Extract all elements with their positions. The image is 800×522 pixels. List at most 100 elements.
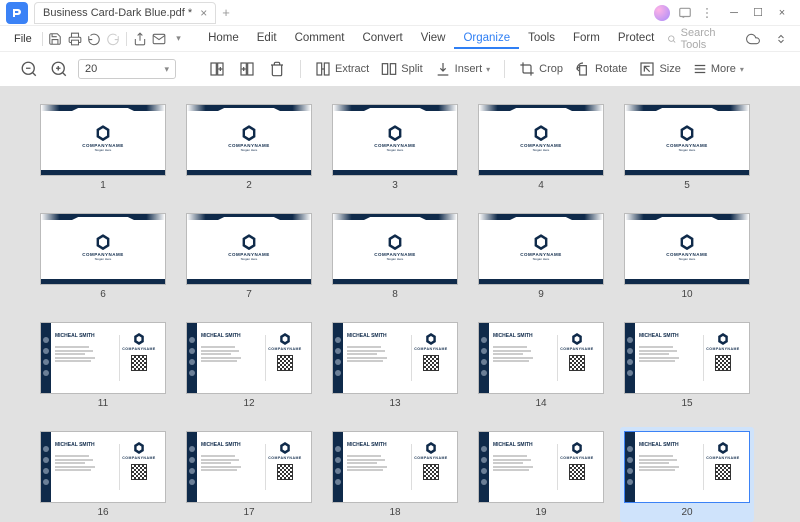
page-number: 15 (681, 398, 692, 409)
page-number: 16 (97, 507, 108, 518)
menu-tab-tools[interactable]: Tools (519, 28, 564, 49)
page-number: 5 (684, 180, 690, 191)
chevron-down-icon: ▾ (164, 64, 169, 75)
size-button[interactable]: Size (637, 61, 682, 77)
page-thumbnail[interactable]: COMPANYNAMESlogan Here7 (186, 213, 312, 300)
extract-icon (315, 61, 331, 77)
extract-button[interactable]: Extract (313, 61, 371, 77)
thumbnail-grid: COMPANYNAMESlogan Here1COMPANYNAMESlogan… (40, 104, 772, 518)
redo-icon[interactable] (105, 28, 122, 50)
menu-tab-form[interactable]: Form (564, 28, 609, 49)
split-button[interactable]: Split (379, 61, 424, 77)
menu-tab-protect[interactable]: Protect (609, 28, 663, 49)
page-thumbnail[interactable]: MICHEAL SMITH COMPANYNAME17 (186, 431, 312, 518)
page-thumbnail[interactable]: MICHEAL SMITH COMPANYNAME14 (478, 322, 604, 409)
search-tools[interactable]: Search Tools (667, 27, 730, 51)
tab-title: Business Card-Dark Blue.pdf * (43, 7, 192, 19)
menu-tab-convert[interactable]: Convert (353, 28, 411, 49)
window-close-button[interactable]: × (770, 2, 794, 24)
document-tab[interactable]: Business Card-Dark Blue.pdf * × (34, 2, 216, 24)
page-number: 18 (389, 507, 400, 518)
menu-tab-comment[interactable]: Comment (286, 28, 354, 49)
page-thumbnail[interactable]: MICHEAL SMITH COMPANYNAME15 (624, 322, 750, 409)
page-thumbnail[interactable]: COMPANYNAMESlogan Here1 (40, 104, 166, 191)
window-minimize-button[interactable]: ─ (722, 2, 746, 24)
add-tab-button[interactable]: + (222, 5, 230, 20)
search-placeholder: Search Tools (681, 27, 730, 51)
page-number: 1 (100, 180, 106, 191)
page-number: 12 (243, 398, 254, 409)
page-thumbnail[interactable]: COMPANYNAMESlogan Here4 (478, 104, 604, 191)
page-number: 3 (392, 180, 398, 191)
split-icon (381, 61, 397, 77)
cloud-icon[interactable] (742, 28, 764, 50)
page-number: 17 (243, 507, 254, 518)
file-menu[interactable]: File (8, 33, 38, 45)
close-tab-icon[interactable]: × (200, 6, 207, 20)
crop-icon (519, 61, 535, 77)
more-button[interactable]: More ▾ (691, 62, 746, 76)
delete-page-icon[interactable] (266, 58, 288, 80)
more-icon (693, 62, 707, 76)
page-thumbnail[interactable]: COMPANYNAMESlogan Here6 (40, 213, 166, 300)
page-thumbnail[interactable]: COMPANYNAMESlogan Here9 (478, 213, 604, 300)
size-icon (639, 61, 655, 77)
save-icon[interactable] (47, 28, 64, 50)
insert-blank-right-icon[interactable] (236, 58, 258, 80)
titlebar: Business Card-Dark Blue.pdf * × + ─ ☐ × (0, 0, 800, 26)
crop-button[interactable]: Crop (517, 61, 565, 77)
organize-toolbar: 20 ▾ Extract Split Insert ▾ Crop Rotate … (0, 52, 800, 86)
page-thumbnail[interactable]: MICHEAL SMITH COMPANYNAME19 (478, 431, 604, 518)
page-selector[interactable]: 20 ▾ (78, 59, 176, 79)
page-thumbnail[interactable]: MICHEAL SMITH COMPANYNAME12 (186, 322, 312, 409)
menu-tab-home[interactable]: Home (199, 28, 248, 49)
dropdown-icon[interactable]: ▾ (170, 28, 187, 50)
page-number: 8 (392, 289, 398, 300)
insert-blank-left-icon[interactable] (206, 58, 228, 80)
page-thumbnail[interactable]: COMPANYNAMESlogan Here2 (186, 104, 312, 191)
search-icon (667, 33, 676, 45)
page-number: 13 (389, 398, 400, 409)
zoom-out-button[interactable] (18, 58, 40, 80)
window-maximize-button[interactable]: ☐ (746, 2, 770, 24)
page-number: 2 (246, 180, 252, 191)
page-value: 20 (85, 63, 97, 75)
menu-tab-edit[interactable]: Edit (248, 28, 286, 49)
kebab-menu-icon[interactable] (700, 6, 714, 20)
menubar: File ▾ HomeEditCommentConvertViewOrganiz… (0, 26, 800, 52)
page-number: 9 (538, 289, 544, 300)
page-thumbnail[interactable]: MICHEAL SMITH COMPANYNAME11 (40, 322, 166, 409)
expand-icon[interactable] (770, 28, 792, 50)
menu-tab-view[interactable]: View (412, 28, 455, 49)
app-icon (6, 2, 28, 24)
page-number: 6 (100, 289, 106, 300)
page-number: 7 (246, 289, 252, 300)
page-thumbnail[interactable]: MICHEAL SMITH COMPANYNAME16 (40, 431, 166, 518)
rotate-button[interactable]: Rotate (573, 61, 629, 77)
page-thumbnail[interactable]: COMPANYNAMESlogan Here10 (624, 213, 750, 300)
page-thumbnail[interactable]: MICHEAL SMITH COMPANYNAME18 (332, 431, 458, 518)
zoom-in-button[interactable] (48, 58, 70, 80)
ai-assistant-icon[interactable] (654, 5, 670, 21)
page-thumbnail[interactable]: COMPANYNAMESlogan Here8 (332, 213, 458, 300)
undo-icon[interactable] (85, 28, 102, 50)
page-number: 4 (538, 180, 544, 191)
page-number: 20 (681, 507, 692, 518)
page-number: 14 (535, 398, 546, 409)
page-thumbnail[interactable]: COMPANYNAMESlogan Here5 (624, 104, 750, 191)
rotate-icon (575, 61, 591, 77)
mail-icon[interactable] (150, 28, 167, 50)
page-thumbnail[interactable]: COMPANYNAMESlogan Here3 (332, 104, 458, 191)
chat-icon[interactable] (678, 6, 692, 20)
menu-tab-organize[interactable]: Organize (454, 28, 519, 49)
insert-button[interactable]: Insert ▾ (433, 61, 493, 77)
page-thumbnail[interactable]: MICHEAL SMITH COMPANYNAME20 (620, 427, 754, 522)
insert-icon (435, 61, 451, 77)
page-number: 19 (535, 507, 546, 518)
share-icon[interactable] (131, 28, 148, 50)
thumbnail-area: COMPANYNAMESlogan Here1COMPANYNAMESlogan… (0, 86, 800, 522)
print-icon[interactable] (66, 28, 83, 50)
page-number: 11 (98, 398, 108, 409)
page-number: 10 (681, 289, 692, 300)
page-thumbnail[interactable]: MICHEAL SMITH COMPANYNAME13 (332, 322, 458, 409)
